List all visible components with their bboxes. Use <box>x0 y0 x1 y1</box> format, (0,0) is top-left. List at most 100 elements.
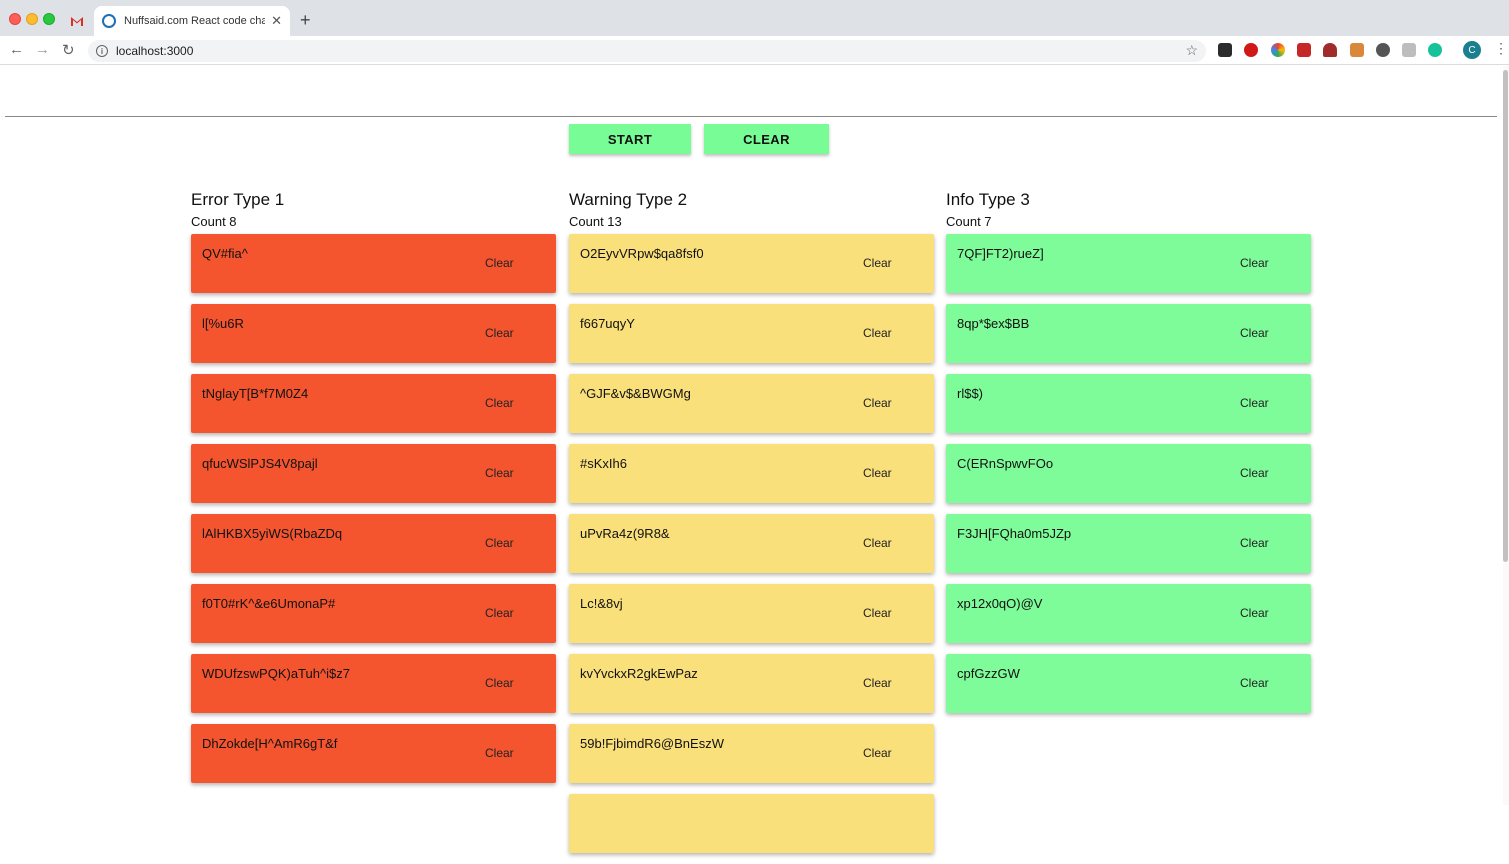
message-card: qfucWSlPJS4V8pajl Clear <box>191 444 556 503</box>
card-clear-button[interactable]: Clear <box>1240 256 1269 270</box>
column-count: Count 7 <box>946 214 992 229</box>
card-clear-button[interactable]: Clear <box>863 466 892 480</box>
close-window-button[interactable] <box>9 13 21 25</box>
message-card <box>569 794 934 853</box>
message-text: O2EyvVRpw$qa8fsf0 <box>580 246 704 261</box>
message-card: l[%u6R Clear <box>191 304 556 363</box>
message-text: C(ERnSpwvFOo <box>957 456 1054 471</box>
card-clear-button[interactable]: Clear <box>1240 606 1269 620</box>
message-text: xp12x0qO)@V <box>957 596 1043 611</box>
card-clear-button[interactable]: Clear <box>1240 676 1269 690</box>
card-clear-button[interactable]: Clear <box>485 466 514 480</box>
tab-title: Nuffsaid.com React code chall <box>124 15 266 27</box>
maximize-window-button[interactable] <box>43 13 55 25</box>
close-tab-icon[interactable]: ✕ <box>271 13 282 29</box>
card-clear-button[interactable]: Clear <box>863 746 892 760</box>
message-text: Lc!&8vj <box>580 596 623 611</box>
message-card: f0T0#rK^&e6UmonaP# Clear <box>191 584 556 643</box>
column-title: Warning Type 2 <box>569 190 688 209</box>
forward-icon[interactable]: → <box>35 41 50 58</box>
message-card: DhZokde[H^AmR6gT&f Clear <box>191 724 556 783</box>
message-text: cpfGzzGW <box>957 666 1020 681</box>
message-text: QV#fia^ <box>202 246 248 261</box>
browser-tab-bar: Nuffsaid.com React code chall ✕ + <box>0 0 1509 36</box>
message-card: uPvRa4z(9R8& Clear <box>569 514 934 573</box>
bookmark-star-icon[interactable]: ☆ <box>1185 42 1198 59</box>
gmail-icon <box>71 16 83 26</box>
active-tab[interactable]: Nuffsaid.com React code chall ✕ <box>94 6 290 36</box>
column-count: Count 8 <box>191 214 237 229</box>
message-text: rl$$) <box>957 386 984 401</box>
clear-all-button[interactable]: CLEAR <box>704 124 829 154</box>
card-clear-button[interactable]: Clear <box>485 606 514 620</box>
favicon-icon <box>102 14 116 28</box>
extension-icon-3[interactable] <box>1271 43 1285 57</box>
card-clear-button[interactable]: Clear <box>1240 466 1269 480</box>
message-card: tNglayT[B*f7M0Z4 Clear <box>191 374 556 433</box>
card-clear-button[interactable]: Clear <box>863 606 892 620</box>
site-info-icon[interactable]: i <box>96 45 108 57</box>
vertical-scrollbar[interactable] <box>1503 66 1509 805</box>
message-card: 7QF]FT2)rueZ] Clear <box>946 234 1311 293</box>
card-clear-button[interactable]: Clear <box>1240 396 1269 410</box>
message-text: ^GJF&v$&BWGMg <box>580 386 691 401</box>
minimize-window-button[interactable] <box>26 13 38 25</box>
card-clear-button[interactable]: Clear <box>1240 326 1269 340</box>
message-text: kvYvckxR2gkEwPaz <box>580 666 698 681</box>
card-clear-button[interactable]: Clear <box>1240 536 1269 550</box>
message-card: QV#fia^ Clear <box>191 234 556 293</box>
warning-column: Warning Type 2 Count 13 O2EyvVRpw$qa8fsf… <box>569 190 934 864</box>
column-title: Error Type 1 <box>191 190 285 209</box>
extension-icon-6[interactable] <box>1350 43 1364 57</box>
extension-icon-9[interactable] <box>1428 43 1442 57</box>
message-text: f0T0#rK^&e6UmonaP# <box>202 596 336 611</box>
extension-icon-5[interactable] <box>1323 43 1337 57</box>
message-card: xp12x0qO)@V Clear <box>946 584 1311 643</box>
message-text: f667uqyY <box>580 316 635 331</box>
extension-icon-8[interactable] <box>1402 43 1416 57</box>
card-clear-button[interactable]: Clear <box>485 536 514 550</box>
start-button[interactable]: START <box>569 124 691 154</box>
info-column: Info Type 3 Count 7 7QF]FT2)rueZ] Clear 8q… <box>946 190 1311 724</box>
card-clear-button[interactable]: Clear <box>863 676 892 690</box>
extension-icon-2[interactable] <box>1244 43 1258 57</box>
browser-menu-icon[interactable]: ⋮ <box>1494 40 1508 57</box>
new-tab-icon[interactable]: + <box>300 10 311 31</box>
message-card: O2EyvVRpw$qa8fsf0 Clear <box>569 234 934 293</box>
extension-icon-7[interactable] <box>1376 43 1390 57</box>
scrollbar-thumb[interactable] <box>1503 70 1508 562</box>
message-text: lAlHKBX5yiWS(RbaZDq <box>202 526 343 541</box>
extension-icon-4[interactable] <box>1297 43 1311 57</box>
message-list: O2EyvVRpw$qa8fsf0 Clear f667uqyY Clear ^GJF&… <box>569 234 934 853</box>
message-text: WDUfzswPQK)aTuh^i$z7 <box>202 666 350 681</box>
message-card: ^GJF&v$&BWGMg Clear <box>569 374 934 433</box>
card-clear-button[interactable]: Clear <box>863 536 892 550</box>
card-clear-button[interactable]: Clear <box>863 256 892 270</box>
profile-avatar[interactable]: C <box>1463 41 1481 59</box>
extension-icon-1[interactable] <box>1218 43 1232 57</box>
gmail-tab[interactable] <box>64 8 90 34</box>
message-card: kvYvckxR2gkEwPaz Clear <box>569 654 934 713</box>
header-divider <box>5 116 1497 117</box>
card-clear-button[interactable]: Clear <box>863 326 892 340</box>
message-text: DhZokde[H^AmR6gT&f <box>202 736 338 751</box>
message-text: 7QF]FT2)rueZ] <box>957 246 1044 261</box>
message-card: WDUfzswPQK)aTuh^i$z7 Clear <box>191 654 556 713</box>
card-clear-button[interactable]: Clear <box>485 256 514 270</box>
card-clear-button[interactable]: Clear <box>485 326 514 340</box>
message-card: 8qp*$ex$BB Clear <box>946 304 1311 363</box>
back-icon[interactable]: ← <box>9 41 24 58</box>
message-card: rl$$) Clear <box>946 374 1311 433</box>
message-text: #sKxIh6 <box>580 456 627 471</box>
message-text: 8qp*$ex$BB <box>957 316 1030 331</box>
url-text: localhost:3000 <box>116 44 194 58</box>
card-clear-button[interactable]: Clear <box>485 396 514 410</box>
card-clear-button[interactable]: Clear <box>485 676 514 690</box>
message-card: C(ERnSpwvFOo Clear <box>946 444 1311 503</box>
browser-toolbar: ← → ↻ i localhost:3000 ☆ <box>0 36 1509 65</box>
address-bar[interactable]: i localhost:3000 ☆ <box>88 40 1206 62</box>
message-card: cpfGzzGW Clear <box>946 654 1311 713</box>
reload-icon[interactable]: ↻ <box>62 41 75 59</box>
card-clear-button[interactable]: Clear <box>485 746 514 760</box>
card-clear-button[interactable]: Clear <box>863 396 892 410</box>
